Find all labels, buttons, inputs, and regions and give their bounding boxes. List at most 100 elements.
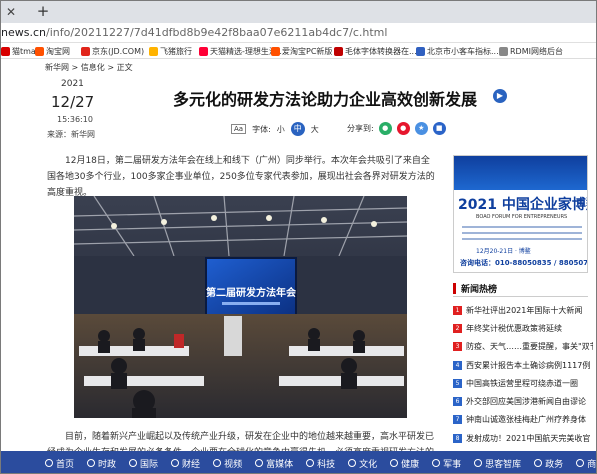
nav-item-label: 思客智库 [485,459,522,470]
address-bar[interactable]: news.cn/info/20211227/7d41dfbd8b9e42f8ba… [1,23,596,43]
bookmark-item[interactable]: RDMI网络后台 [499,46,563,57]
bookmark-item[interactable]: 飞猪旅行 [149,46,192,57]
hot-news-item[interactable]: 6 外交部回应美国涉港新闻自由谬论 [453,392,593,410]
bottom-nav-bar: 首页 时政 国际 财经 视频 富媒体 科技 文化 健康 军事 思客智库 政务 商务 [1,451,597,473]
bookmark-item[interactable]: 北京市小客车指标... [416,46,499,57]
nav-item-icon [474,459,483,467]
bookmark-favicon-icon [416,47,425,56]
article-source: 来源：新华网 [47,130,95,139]
nav-item[interactable]: 科技 [306,457,335,470]
font-large-button[interactable]: 大 [311,124,319,135]
hot-news-headline: 外交部回应美国涉港新闻自由谬论 [466,397,586,407]
share-label: 分享到: [347,124,374,133]
bookmark-label: 爱淘宝PC新版 [282,47,333,56]
bookmark-label: RDMI网络后台 [510,47,563,56]
bookmark-label: 京东(JD.COM) [92,47,145,56]
breadcrumb[interactable]: 新华网 > 信息化 > 正文 [45,62,133,73]
hot-news-rank-badge: 5 [453,378,462,388]
url-domain: news.cn [1,26,46,39]
nav-item[interactable]: 视频 [213,457,242,470]
nav-item[interactable]: 文化 [348,457,377,470]
hot-news-item[interactable]: 3 防疫、天气……重要提醒，事关"双节" [453,338,593,356]
nav-item-label: 首页 [56,459,75,470]
hot-news-item[interactable]: 2 年终奖计税优惠政策将延续 [453,319,593,337]
wechat-icon[interactable]: ● [378,122,392,135]
hot-news-headline: 年终奖计税优惠政策将延续 [466,323,562,333]
nav-item-icon [255,459,264,467]
nav-item[interactable]: 国际 [129,457,158,470]
bookmarks-bar: 猫tmall 淘宝网 京东(JD.COM) 飞猪旅行 天猫精选-理想生活... 爱淘宝PC… [1,43,596,59]
nav-item[interactable]: 时政 [87,457,116,470]
bookmark-item[interactable]: 爱淘宝PC新版 [271,46,332,57]
hot-news-item[interactable]: 1 新华社评出2021年国际十大新闻 [453,301,593,319]
url-text[interactable]: news.cn/info/20211227/7d41dfbd8b9e42f8ba… [1,26,387,39]
nav-item-icon [129,459,138,467]
bookmark-label: 飞猪旅行 [160,47,192,56]
bookmark-label: 北京市小客车指标... [427,47,499,56]
article-page: 新华网 > 信息化 > 正文 2021 12/27 15:36:10 来源：新华… [1,59,596,451]
nav-item[interactable]: 政务 [534,457,563,470]
nav-item[interactable]: 首页 [45,457,74,470]
nav-item-icon [87,459,96,467]
nav-item[interactable]: 健康 [390,457,419,470]
hot-news-headline: 钟南山诚邀张桂梅赴广州疗养身体 [466,415,586,425]
hot-news-rank-badge: 3 [453,342,462,352]
bookmark-item[interactable]: 淘宝网 [35,46,70,57]
nav-item[interactable]: 军事 [432,457,461,470]
hot-news-headline: 发射成功！2021中国航天完美收官 [466,433,591,443]
hot-news-item[interactable]: 5 中国高铁运营里程可绕赤道一圈 [453,374,593,392]
hot-news-rank-badge: 2 [453,323,462,333]
hot-news-headline: 防疫、天气……重要提醒，事关"双节" [466,342,593,352]
nav-item[interactable]: 富媒体 [255,457,293,470]
banner-header [454,156,587,190]
hot-news-item[interactable]: 7 钟南山诚邀张桂梅赴广州疗养身体 [453,411,593,429]
close-tab-icon[interactable]: ✕ [3,4,19,20]
bookmark-favicon-icon [81,47,90,56]
hot-news-headline: 西安累计报告本土确诊病例1117例 [466,360,591,370]
nav-item-icon [432,459,441,467]
nav-item-icon [576,459,585,467]
hot-news-title: 新闻热榜 [461,285,498,295]
nav-item-icon [45,459,53,467]
font-label: 字体: [252,124,271,134]
nav-item-label: 健康 [401,459,420,470]
nav-item[interactable]: 财经 [171,457,200,470]
bookmark-item[interactable]: 京东(JD.COM) [81,46,144,57]
banner-subtitle: BOAO FORUM FOR ENTREPRENEURS [476,214,568,220]
conference-photo-graphic: 第二届研发方法年会 [74,196,407,418]
nav-item-label: 文化 [359,459,378,470]
nav-item[interactable]: 思客智库 [474,457,521,470]
hot-news-rank-badge: 6 [453,397,462,407]
bookmark-favicon-icon [499,47,508,56]
font-small-button[interactable]: 小 [277,124,285,135]
hot-news-item[interactable]: 8 发射成功！2021中国航天完美收官 [453,429,593,447]
url-path: /info/20211227/7d41dfbd8b9e42f8baa07e621… [45,26,388,39]
nav-item[interactable]: 商务 [576,457,597,470]
nav-item-label: 视频 [224,459,243,470]
hot-news-rank-badge: 1 [453,305,462,315]
date-year: 2021 [61,79,84,89]
qzone-icon[interactable]: ★ [414,122,428,135]
more-share-icon[interactable]: ■ [432,122,446,135]
speaker-icon[interactable]: ▶ [493,89,507,103]
bookmark-item[interactable]: 毛体字体转换器在... [334,46,417,57]
hot-news-rank-badge: 4 [453,360,462,370]
nav-item-icon [348,459,357,467]
nav-item-label: 商务 [587,459,597,470]
bookmark-favicon-icon [35,47,44,56]
nav-item-label: 富媒体 [266,459,294,470]
bookmark-favicon-icon [199,47,208,56]
forum-ad-banner[interactable]: 2021 中国企业家博鳌论坛 BOAO FORUM FOR ENTREPRENE… [453,155,588,273]
article-paragraph-1: 12月18日，第二届研发方法年会在线上和线下（广州）同步举行。本次年会共吸引了来… [47,156,435,198]
bookmark-label: 毛体字体转换器在... [345,47,417,56]
nav-item-icon [306,459,315,467]
weibo-icon[interactable]: ● [396,122,410,135]
nav-item-label: 国际 [140,459,159,470]
nav-item-label: 政务 [545,459,564,470]
hot-news-list: 1 新华社评出2021年国际十大新闻 2 年终奖计税优惠政策将延续 3 防疫、天气……重要… [453,301,593,447]
font-medium-button[interactable]: 中 [290,122,305,136]
banner-phone: 咨询电话：010-88050835 / 88050786 [460,259,588,267]
nav-item-label: 科技 [317,459,336,470]
new-tab-button[interactable]: + [35,3,51,19]
hot-news-item[interactable]: 4 西安累计报告本土确诊病例1117例 [453,356,593,374]
